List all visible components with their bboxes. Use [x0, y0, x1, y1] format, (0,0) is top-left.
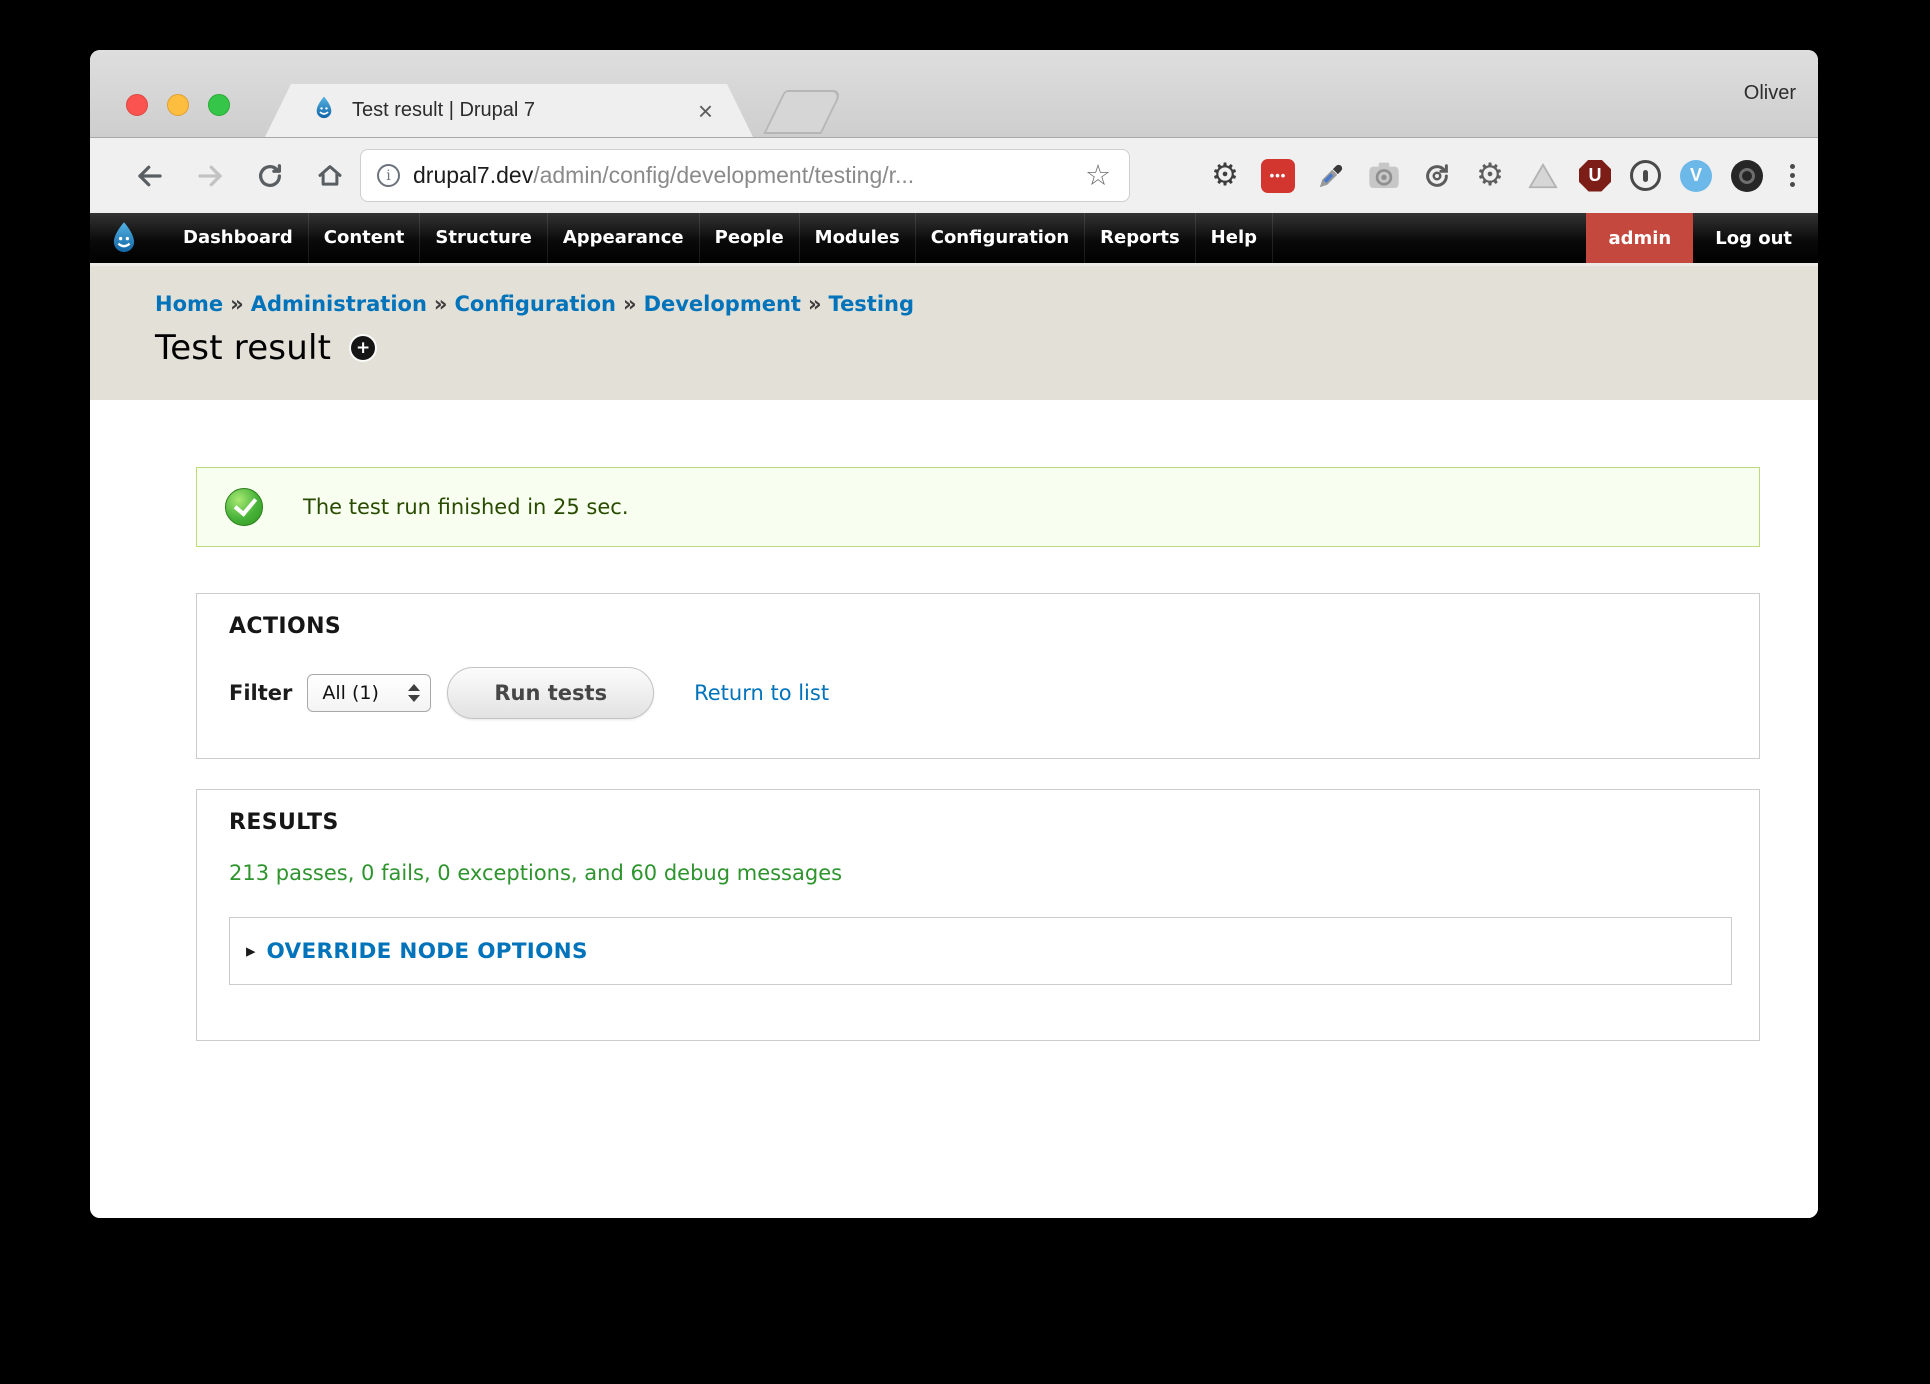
override-node-options-fieldset[interactable]: ▸ OVERRIDE NODE OPTIONS — [229, 917, 1732, 985]
drive-extension-icon[interactable] — [1526, 159, 1560, 193]
home-icon[interactable] — [314, 160, 346, 192]
window-zoom-button[interactable] — [208, 94, 230, 116]
camera-extension-icon[interactable] — [1367, 159, 1401, 193]
new-tab-button[interactable] — [763, 90, 842, 134]
status-message: The test run finished in 25 sec. — [196, 467, 1760, 547]
lastpass-extension-icon[interactable]: ••• — [1261, 159, 1295, 193]
drupal-admin-toolbar: Dashboard Content Structure Appearance P… — [90, 213, 1818, 266]
filter-label: Filter — [229, 681, 292, 705]
url-path: /admin/config/development/testing/r... — [533, 162, 914, 188]
admin-menu-content[interactable]: Content — [309, 213, 421, 263]
settings-gear-icon[interactable]: ⚙ — [1208, 159, 1242, 193]
admin-menu-help[interactable]: Help — [1196, 213, 1273, 263]
breadcrumb-link-configuration[interactable]: Configuration — [455, 292, 616, 316]
breadcrumb-link-administration[interactable]: Administration — [251, 292, 427, 316]
breadcrumb-separator: » — [223, 292, 251, 316]
actions-row: Filter All (1) Run tests Return to list — [229, 667, 1732, 719]
tab-close-icon[interactable]: × — [698, 98, 713, 124]
collapsed-arrow-icon: ▸ — [246, 942, 256, 961]
drupal-logo-icon[interactable] — [106, 220, 142, 256]
url-text: drupal7.dev/admin/config/development/tes… — [413, 162, 1085, 189]
eyedropper-extension-icon[interactable] — [1314, 159, 1348, 193]
results-legend: RESULTS — [229, 810, 1732, 835]
actions-fieldset: ACTIONS Filter All (1) Run tests Return … — [196, 593, 1760, 759]
window-minimize-button[interactable] — [167, 94, 189, 116]
address-bar[interactable]: i drupal7.dev/admin/config/development/t… — [360, 149, 1130, 202]
ublock-extension-icon[interactable]: U — [1579, 160, 1611, 192]
refresh-search-extension-icon[interactable] — [1420, 159, 1454, 193]
reload-icon[interactable] — [254, 160, 286, 192]
camera-lens-extension-icon[interactable] — [1731, 160, 1763, 192]
admin-menu-appearance[interactable]: Appearance — [548, 213, 700, 263]
breadcrumb-link-development[interactable]: Development — [644, 292, 801, 316]
breadcrumb-link-testing[interactable]: Testing — [829, 292, 915, 316]
gear-blob-extension-icon[interactable]: ⚙ — [1473, 159, 1507, 193]
breadcrumb: Home»Administration»Configuration»Develo… — [155, 266, 1818, 316]
keyhole-extension-icon[interactable] — [1630, 160, 1661, 191]
admin-menu-dashboard[interactable]: Dashboard — [168, 213, 309, 263]
title-row: Test result + — [155, 328, 1818, 368]
desktop-background: Test result | Drupal 7 × Oliver — [0, 0, 1930, 1384]
select-arrows-icon — [408, 684, 420, 702]
tab-strip: Test result | Drupal 7 × Oliver — [90, 50, 1818, 138]
status-message-text: The test run finished in 25 sec. — [303, 495, 629, 519]
extensions-row: ⚙ ••• ⚙ U V — [1208, 138, 1802, 213]
admin-user-link[interactable]: admin — [1586, 213, 1693, 263]
breadcrumb-separator: » — [801, 292, 829, 316]
override-node-options-link[interactable]: OVERRIDE NODE OPTIONS — [267, 939, 588, 964]
back-icon[interactable] — [134, 160, 166, 192]
results-summary: 213 passes, 0 fails, 0 exceptions, and 6… — [229, 861, 1732, 885]
tab-title: Test result | Drupal 7 — [352, 99, 535, 122]
filter-select-value: All (1) — [322, 682, 408, 704]
contextual-help-icon[interactable]: + — [351, 336, 375, 360]
page-title: Test result — [155, 328, 331, 368]
admin-menu-configuration[interactable]: Configuration — [916, 213, 1085, 263]
filter-select[interactable]: All (1) — [307, 674, 431, 712]
breadcrumb-separator: » — [427, 292, 455, 316]
window-close-button[interactable] — [126, 94, 148, 116]
logout-link[interactable]: Log out — [1693, 228, 1818, 249]
browser-window: Test result | Drupal 7 × Oliver — [90, 50, 1818, 1218]
run-tests-button[interactable]: Run tests — [447, 667, 654, 719]
breadcrumb-separator: » — [616, 292, 644, 316]
page-header: Home»Administration»Configuration»Develo… — [90, 266, 1818, 400]
v-extension-icon[interactable]: V — [1680, 160, 1712, 192]
admin-menu-reports[interactable]: Reports — [1085, 213, 1196, 263]
overflow-menu-icon[interactable] — [1782, 159, 1802, 193]
browser-tab[interactable]: Test result | Drupal 7 × — [265, 84, 753, 137]
bookmark-star-icon[interactable]: ☆ — [1085, 161, 1111, 190]
page-info-icon[interactable]: i — [377, 164, 400, 187]
page-content: The test run finished in 25 sec. ACTIONS… — [90, 467, 1818, 1218]
drupal-favicon-icon — [311, 95, 337, 126]
browser-toolbar: i drupal7.dev/admin/config/development/t… — [90, 138, 1818, 213]
forward-icon[interactable] — [194, 160, 226, 192]
admin-menu-structure[interactable]: Structure — [420, 213, 547, 263]
url-domain: drupal7.dev — [413, 162, 533, 188]
profile-name[interactable]: Oliver — [1744, 82, 1796, 105]
window-controls — [126, 94, 230, 116]
actions-legend: ACTIONS — [229, 614, 1732, 639]
admin-menu-modules[interactable]: Modules — [800, 213, 916, 263]
breadcrumb-link-home[interactable]: Home — [155, 292, 223, 316]
success-check-icon — [225, 488, 263, 526]
admin-menu: Dashboard Content Structure Appearance P… — [168, 213, 1273, 263]
results-fieldset: RESULTS 213 passes, 0 fails, 0 exception… — [196, 789, 1760, 1041]
navigation-buttons — [134, 138, 346, 213]
admin-menu-people[interactable]: People — [700, 213, 800, 263]
return-to-list-link[interactable]: Return to list — [694, 681, 829, 705]
